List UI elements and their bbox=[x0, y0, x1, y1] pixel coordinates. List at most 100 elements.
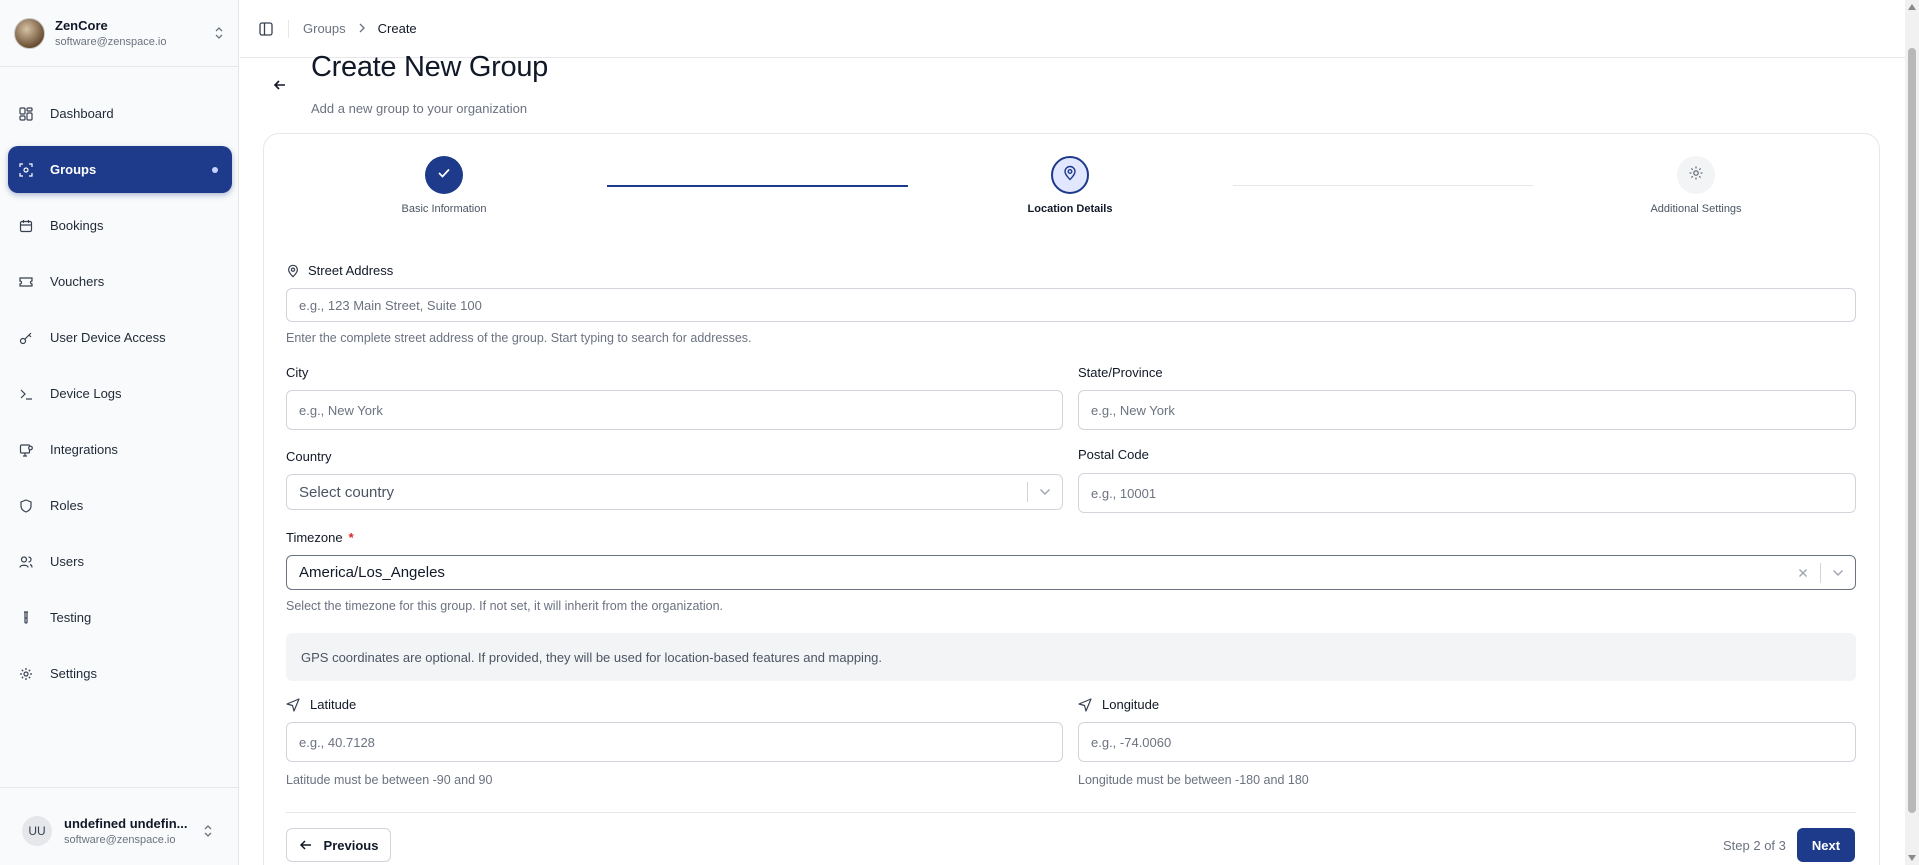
sidebar-item-label: Settings bbox=[50, 666, 97, 681]
test-tube-icon bbox=[18, 610, 34, 626]
org-logo bbox=[14, 17, 45, 49]
scrollbar[interactable] bbox=[1905, 0, 1919, 865]
breadcrumb-current: Create bbox=[377, 21, 417, 36]
next-button[interactable]: Next bbox=[1797, 828, 1855, 862]
sidebar-item-label: Roles bbox=[50, 498, 84, 513]
check-icon bbox=[436, 165, 452, 186]
step-counter: Step 2 of 3 bbox=[1723, 838, 1786, 853]
user-name: undefined undefin... bbox=[64, 816, 188, 831]
sidebar-divider bbox=[0, 787, 239, 788]
topbar: Groups Create bbox=[240, 0, 1905, 58]
gear-icon bbox=[1688, 165, 1704, 186]
sidebar-item-label: User Device Access bbox=[50, 330, 166, 345]
chevron-down-icon[interactable] bbox=[1028, 488, 1062, 496]
longitude-help: Longitude must be between -180 and 180 bbox=[1078, 773, 1309, 787]
sidebar-item-vouchers[interactable]: Vouchers bbox=[8, 258, 232, 305]
previous-button[interactable]: Previous bbox=[286, 828, 391, 862]
chevron-down-icon[interactable] bbox=[1821, 569, 1855, 577]
arrow-left-icon bbox=[299, 839, 312, 851]
sidebar-item-testing[interactable]: Testing bbox=[8, 594, 232, 641]
shield-icon bbox=[18, 498, 34, 514]
ticket-icon bbox=[18, 274, 34, 290]
sidebar-item-groups[interactable]: Groups bbox=[8, 146, 232, 193]
latitude-help: Latitude must be between -90 and 90 bbox=[286, 773, 493, 787]
sidebar-item-device-logs[interactable]: Device Logs bbox=[8, 370, 232, 417]
chevron-up-down-icon[interactable] bbox=[213, 26, 225, 41]
chevron-right-icon bbox=[358, 21, 366, 36]
back-arrow-icon[interactable] bbox=[270, 75, 290, 95]
sidebar-item-integrations[interactable]: Integrations bbox=[8, 426, 232, 473]
avatar: UU bbox=[22, 816, 52, 846]
org-switcher[interactable]: ZenCore software@zenspace.io bbox=[0, 0, 239, 67]
street-address-help: Enter the complete street address of the… bbox=[286, 331, 752, 345]
postal-code-input[interactable]: e.g., 10001 bbox=[1078, 473, 1856, 513]
latitude-input[interactable]: e.g., 40.7128 bbox=[286, 722, 1063, 762]
clear-icon[interactable] bbox=[1786, 568, 1820, 578]
city-placeholder: e.g., New York bbox=[299, 402, 383, 418]
timezone-label: Timezone * bbox=[286, 530, 354, 545]
user-menu[interactable]: UU undefined undefin... software@zenspac… bbox=[10, 805, 226, 857]
city-label: City bbox=[286, 365, 309, 380]
timezone-select[interactable]: America/Los_Angeles bbox=[286, 555, 1856, 590]
previous-label: Previous bbox=[323, 837, 379, 853]
sidebar-item-settings[interactable]: Settings bbox=[8, 650, 232, 697]
longitude-input[interactable]: e.g., -74.0060 bbox=[1078, 722, 1856, 762]
country-placeholder: Select country bbox=[299, 483, 395, 501]
sidebar: ZenCore software@zenspace.io Dashboard G… bbox=[0, 0, 239, 865]
street-address-label-text: Street Address bbox=[308, 263, 394, 278]
step-1-label: Basic Information bbox=[401, 203, 487, 215]
divider bbox=[288, 19, 289, 38]
sidebar-item-label: Testing bbox=[50, 610, 92, 625]
users-icon bbox=[18, 554, 34, 570]
latitude-placeholder: e.g., 40.7128 bbox=[299, 734, 375, 750]
timezone-label-text: Timezone bbox=[286, 530, 343, 545]
org-email: software@zenspace.io bbox=[55, 36, 167, 48]
sidebar-item-bookings[interactable]: Bookings bbox=[8, 202, 232, 249]
map-pin-icon bbox=[1062, 165, 1078, 186]
latitude-label: Latitude bbox=[286, 697, 356, 712]
postal-code-label: Postal Code bbox=[1078, 447, 1149, 462]
sidebar-item-roles[interactable]: Roles bbox=[8, 482, 232, 529]
sidebar-toggle-icon[interactable] bbox=[258, 21, 274, 37]
dashboard-icon bbox=[18, 106, 34, 122]
breadcrumb: Groups Create bbox=[303, 21, 417, 36]
gear-icon bbox=[18, 666, 34, 682]
street-address-label: Street Address bbox=[286, 263, 393, 278]
sidebar-item-label: Vouchers bbox=[50, 274, 105, 289]
scroll-down-icon[interactable] bbox=[1908, 855, 1916, 861]
city-input[interactable]: e.g., New York bbox=[286, 390, 1063, 430]
org-name: ZenCore bbox=[55, 18, 108, 33]
country-label: Country bbox=[286, 449, 332, 464]
chevron-up-down-icon[interactable] bbox=[202, 824, 214, 839]
state-label: State/Province bbox=[1078, 365, 1163, 380]
step-3-label: Additional Settings bbox=[1650, 203, 1742, 215]
calendar-icon bbox=[18, 218, 34, 234]
step-3-upcoming[interactable] bbox=[1677, 156, 1715, 194]
sidebar-item-label: Device Logs bbox=[50, 386, 122, 401]
sidebar-item-label: Users bbox=[50, 554, 84, 569]
sidebar-item-dashboard[interactable]: Dashboard bbox=[8, 90, 232, 137]
state-input[interactable]: e.g., New York bbox=[1078, 390, 1856, 430]
street-address-input[interactable]: e.g., 123 Main Street, Suite 100 bbox=[286, 288, 1856, 322]
country-select[interactable]: Select country bbox=[286, 474, 1063, 510]
sidebar-item-label: Integrations bbox=[50, 442, 118, 457]
sidebar-nav: Dashboard Groups Bookings Vouchers User … bbox=[8, 90, 232, 706]
sidebar-item-users[interactable]: Users bbox=[8, 538, 232, 585]
longitude-placeholder: e.g., -74.0060 bbox=[1091, 734, 1172, 750]
step-2-current[interactable] bbox=[1051, 156, 1089, 194]
longitude-label-text: Longitude bbox=[1102, 697, 1160, 712]
terminal-icon bbox=[18, 386, 34, 402]
scroll-thumb[interactable] bbox=[1908, 48, 1916, 813]
stepper-connector-complete bbox=[607, 185, 908, 187]
navigation-icon bbox=[286, 697, 300, 712]
step-1-complete[interactable] bbox=[425, 156, 463, 194]
timezone-value: America/Los_Angeles bbox=[299, 564, 445, 581]
sidebar-item-user-device-access[interactable]: User Device Access bbox=[8, 314, 232, 361]
timezone-help: Select the timezone for this group. If n… bbox=[286, 599, 724, 613]
state-placeholder: e.g., New York bbox=[1091, 402, 1175, 418]
breadcrumb-groups[interactable]: Groups bbox=[303, 21, 346, 36]
required-asterisk: * bbox=[348, 530, 354, 545]
scroll-up-icon[interactable] bbox=[1908, 4, 1916, 10]
integrations-icon bbox=[18, 442, 34, 458]
sidebar-item-label: Dashboard bbox=[50, 106, 114, 121]
